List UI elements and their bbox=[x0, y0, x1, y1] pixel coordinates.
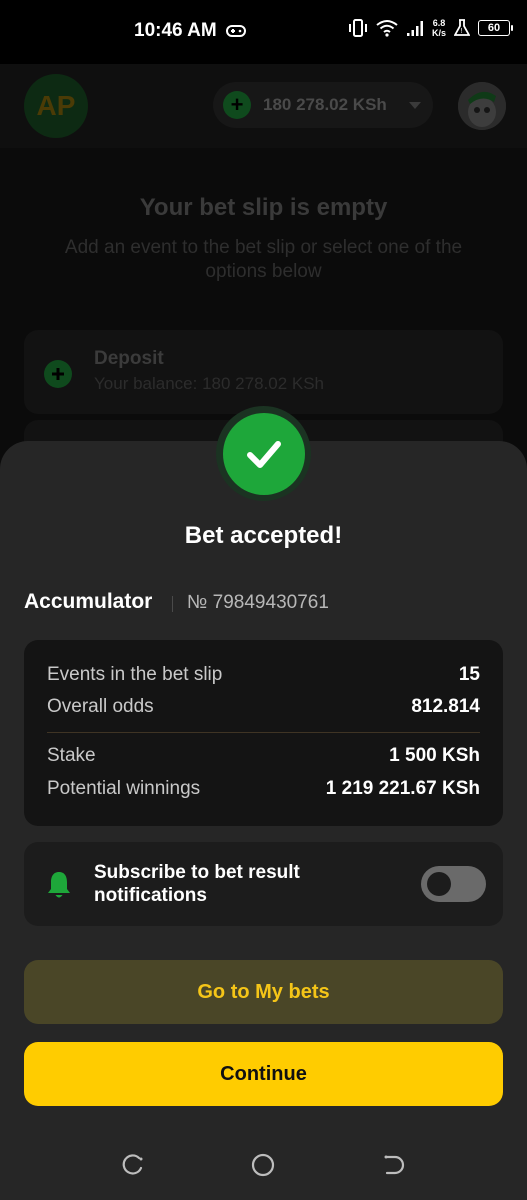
success-badge bbox=[216, 406, 311, 501]
winnings-value: 1 219 221.67 KSh bbox=[325, 778, 480, 799]
summary-divider bbox=[47, 732, 480, 733]
status-time: 10:46 AM bbox=[134, 20, 217, 41]
back-icon[interactable] bbox=[381, 1152, 407, 1178]
summary-row-events: Events in the bet slip 15 bbox=[47, 664, 480, 686]
signal-icon bbox=[407, 21, 423, 36]
notification-label: Subscribe to bet result notifications bbox=[94, 862, 300, 906]
wifi-icon bbox=[376, 20, 398, 37]
recent-apps-icon[interactable] bbox=[120, 1152, 146, 1178]
home-icon[interactable] bbox=[250, 1152, 276, 1178]
empty-betslip-subtitle: Add an event to the bet slip or select o… bbox=[64, 237, 463, 282]
status-bar: 10:46 AM 6.8 K/s ! 60 bbox=[0, 0, 527, 64]
summary-row-stake: Stake 1 500 KSh bbox=[47, 745, 480, 767]
checkmark-icon bbox=[246, 440, 281, 468]
balance-selector[interactable]: + 180 278.02 KSh bbox=[213, 82, 433, 128]
lab-icon: ! bbox=[454, 19, 471, 36]
deposit-balance: Your balance: 180 278.02 KSh bbox=[94, 374, 325, 393]
battery-icon: 60 bbox=[478, 20, 514, 36]
system-navbar bbox=[0, 1140, 527, 1190]
go-to-my-bets-button[interactable]: Go to My bets bbox=[24, 960, 503, 1024]
events-value: 15 bbox=[458, 664, 480, 685]
net-speed-value: 6.8 bbox=[432, 18, 446, 28]
net-speed-unit: K/s bbox=[432, 28, 447, 38]
plus-icon bbox=[44, 360, 72, 388]
net-speed: 6.8 K/s bbox=[432, 18, 446, 38]
avatar[interactable] bbox=[458, 82, 506, 130]
avatar-image bbox=[458, 82, 506, 130]
vibrate-icon bbox=[349, 19, 367, 37]
empty-betslip-title: Your bet slip is empty bbox=[139, 194, 388, 221]
stake-label: Stake bbox=[47, 745, 96, 766]
gamepad-icon bbox=[226, 25, 246, 37]
bet-type: Accumulator bbox=[24, 590, 153, 613]
bell-icon bbox=[48, 872, 70, 898]
logo-text: AP bbox=[36, 90, 76, 121]
toggle-knob bbox=[427, 872, 451, 896]
svg-text:!: ! bbox=[461, 28, 463, 35]
notification-subscribe-card: Subscribe to bet result notifications bbox=[24, 842, 503, 926]
plus-icon: + bbox=[223, 91, 251, 119]
odds-label: Overall odds bbox=[47, 696, 154, 717]
continue-button[interactable]: Continue bbox=[24, 1042, 503, 1106]
app-logo[interactable]: AP bbox=[24, 74, 88, 138]
deposit-title: Deposit bbox=[94, 348, 164, 369]
winnings-label: Potential winnings bbox=[47, 778, 201, 799]
battery-level: 60 bbox=[487, 22, 501, 34]
summary-row-winnings: Potential winnings 1 219 221.67 KSh bbox=[47, 778, 480, 800]
summary-row-odds: Overall odds 812.814 bbox=[47, 696, 480, 718]
bet-summary: Events in the bet slip 15 Overall odds 8… bbox=[24, 640, 503, 826]
odds-value: 812.814 bbox=[411, 696, 480, 717]
divider bbox=[172, 596, 173, 612]
notification-toggle[interactable] bbox=[421, 866, 486, 902]
sheet-title: Bet accepted! bbox=[184, 522, 343, 549]
bet-number: № 79849430761 bbox=[187, 592, 329, 613]
stake-value: 1 500 KSh bbox=[389, 745, 480, 766]
events-label: Events in the bet slip bbox=[47, 664, 223, 685]
chevron-down-icon bbox=[408, 101, 421, 109]
balance-amount: 180 278.02 KSh bbox=[263, 95, 387, 114]
deposit-card[interactable]: Deposit Your balance: 180 278.02 KSh bbox=[24, 330, 503, 414]
